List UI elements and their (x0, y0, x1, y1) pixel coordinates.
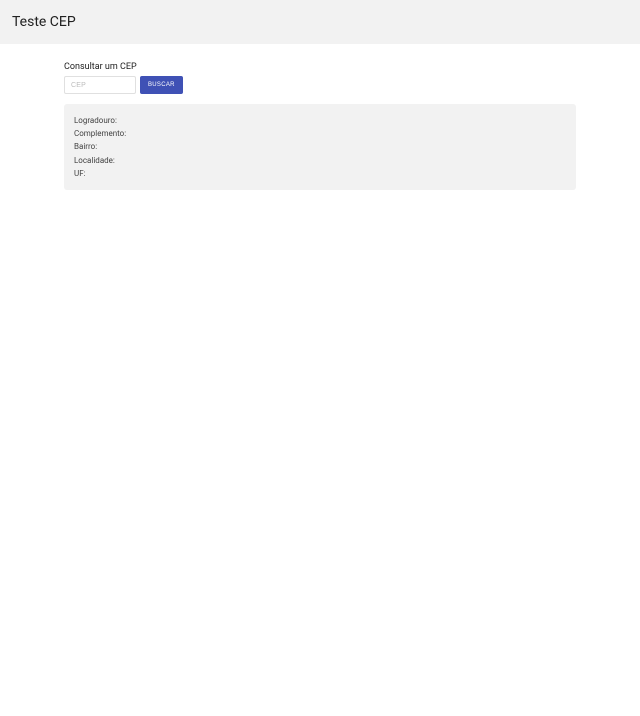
result-row-logradouro: Logradouro: (74, 114, 566, 127)
result-row-complemento: Complemento: (74, 127, 566, 140)
cep-input[interactable] (64, 76, 136, 94)
search-button[interactable]: BUSCAR (140, 76, 183, 94)
main-content: Consultar um CEP BUSCAR Logradouro: Comp… (0, 44, 640, 190)
localidade-label: Localidade: (74, 156, 115, 165)
bairro-label: Bairro: (74, 142, 97, 151)
form-subtitle: Consultar um CEP (64, 62, 576, 72)
logradouro-label: Logradouro: (74, 116, 117, 125)
result-row-bairro: Bairro: (74, 140, 566, 153)
search-row: BUSCAR (64, 76, 576, 94)
toolbar: Teste CEP (0, 0, 640, 44)
complemento-label: Complemento: (74, 129, 126, 138)
result-card: Logradouro: Complemento: Bairro: Localid… (64, 104, 576, 190)
result-row-uf: UF: (74, 167, 566, 180)
result-row-localidade: Localidade: (74, 154, 566, 167)
app-title: Teste CEP (12, 14, 76, 30)
uf-label: UF: (74, 169, 86, 178)
